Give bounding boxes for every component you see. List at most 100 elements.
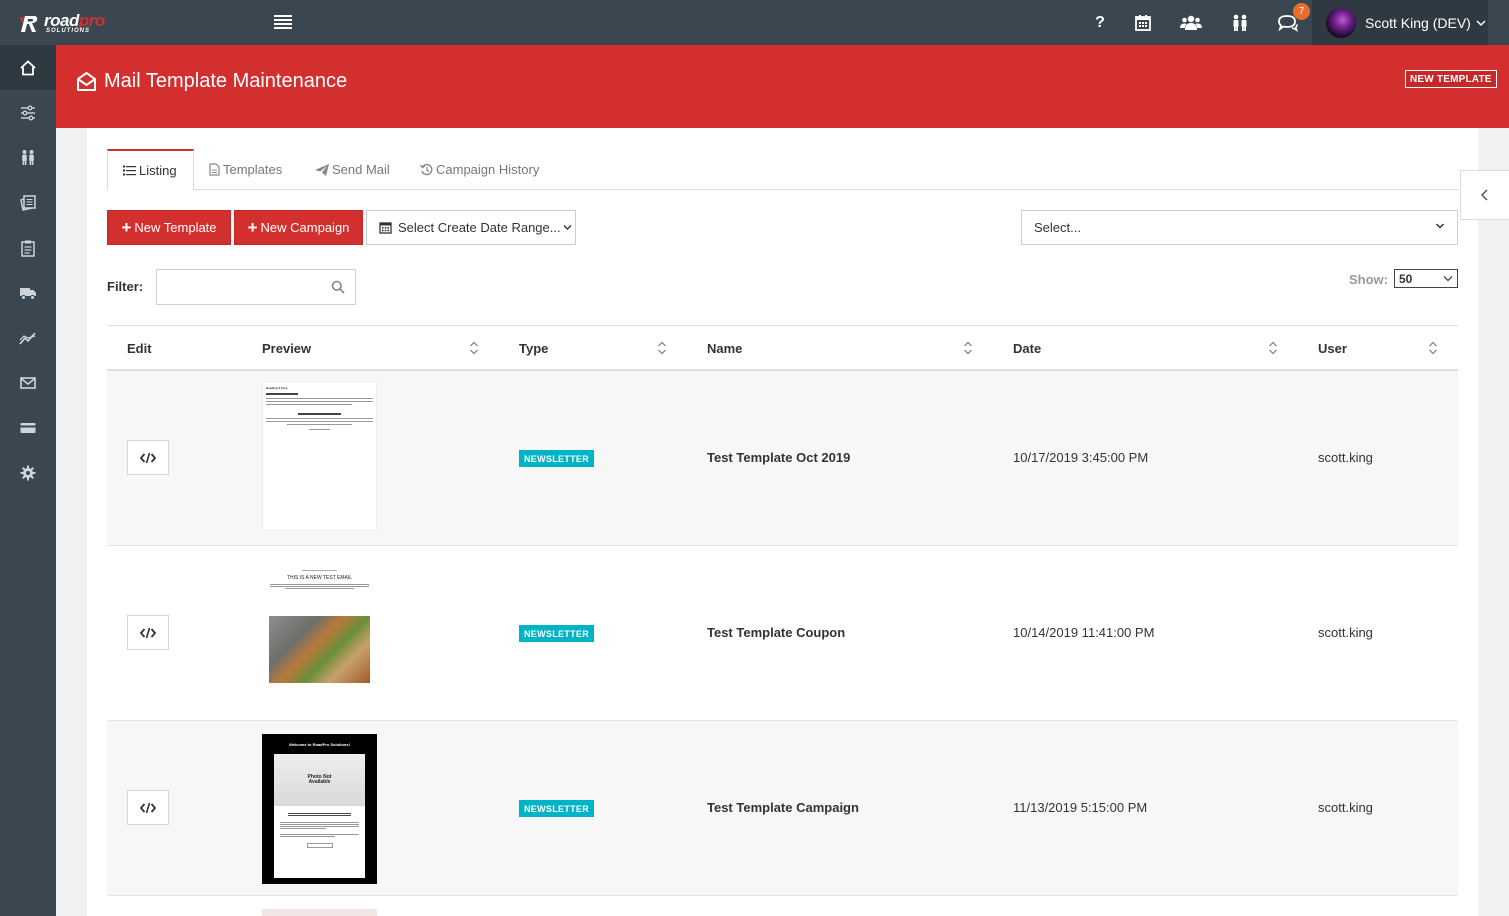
people-icon xyxy=(22,149,34,165)
sliders-icon xyxy=(21,105,35,120)
tab-send-mail[interactable]: Send Mail xyxy=(315,149,390,190)
template-user: scott.king xyxy=(1318,450,1373,465)
column-header-edit: Edit xyxy=(127,340,152,356)
sort-icon[interactable] xyxy=(1268,340,1278,356)
list-icon xyxy=(123,165,136,176)
table-row: THIS IS A NEW TEST EMAIL NEWSLETTER Test… xyxy=(107,546,1458,721)
envelope-icon xyxy=(20,376,36,389)
sort-icon[interactable] xyxy=(469,340,479,356)
tab-label: Campaign History xyxy=(436,162,540,177)
credit-card-icon xyxy=(20,422,36,433)
tab-label: Send Mail xyxy=(332,162,390,177)
help-button[interactable]: ? xyxy=(1089,12,1111,34)
preview-content: Photo Not Available xyxy=(274,754,365,878)
template-user: scott.king xyxy=(1318,625,1373,640)
people-button[interactable] xyxy=(1229,12,1251,34)
select-placeholder: Select... xyxy=(1034,220,1081,235)
template-name: Test Template Oct 2019 xyxy=(707,450,851,465)
button-label: New Template xyxy=(134,220,217,235)
new-campaign-button[interactable]: + New Campaign xyxy=(234,210,363,245)
code-icon xyxy=(140,802,156,813)
show-label: Show: xyxy=(1349,272,1388,287)
template-preview-thumbnail[interactable]: THIS IS A NEW TEST EMAIL xyxy=(262,568,377,718)
logo-word-road: road xyxy=(44,10,79,30)
template-select-dropdown[interactable]: Select... xyxy=(1021,210,1458,245)
sort-icon[interactable] xyxy=(657,340,667,356)
tab-bar: Listing Templates Send Mail Campaign His… xyxy=(107,149,1458,191)
people-icon xyxy=(1233,14,1247,31)
column-header-type[interactable]: Type xyxy=(519,326,548,370)
photo-placeholder-text: Photo Not Available xyxy=(307,773,332,785)
column-header-name[interactable]: Name xyxy=(707,326,742,370)
users-button[interactable] xyxy=(1180,12,1202,34)
column-header-user[interactable]: User xyxy=(1318,326,1347,370)
logo-subtitle: SOLUTIONS xyxy=(46,28,91,34)
column-header-preview[interactable]: Preview xyxy=(262,326,311,370)
template-preview-thumbnail[interactable] xyxy=(262,909,377,916)
template-preview-thumbnail[interactable]: Heading 2 here xyxy=(262,381,377,531)
tab-campaign-history[interactable]: Campaign History xyxy=(420,149,539,190)
help-icon: ? xyxy=(1095,14,1105,31)
tab-listing[interactable]: Listing xyxy=(107,149,194,191)
table-row: Welcome to RoadPro Solutions! Photo Not … xyxy=(107,721,1458,896)
date-range-picker[interactable]: Select Create Date Range... xyxy=(366,210,576,245)
logo-word-pro: pro xyxy=(78,10,105,30)
chevron-down-icon xyxy=(1443,276,1453,282)
sidebar-item-documents[interactable] xyxy=(0,180,56,225)
avatar xyxy=(1326,7,1356,38)
menu-toggle-button[interactable] xyxy=(274,15,292,29)
chevron-left-icon xyxy=(1480,189,1488,201)
chevron-down-icon xyxy=(1476,19,1486,26)
top-bar: roadpro SOLUTIONS ? 7 Scott King (DEV) xyxy=(0,0,1509,45)
truck-icon xyxy=(20,287,36,300)
sort-icon[interactable] xyxy=(963,340,973,356)
user-menu[interactable]: Scott King (DEV) xyxy=(1312,0,1488,45)
edit-code-button[interactable] xyxy=(127,615,169,650)
tab-templates[interactable]: Templates xyxy=(209,149,282,190)
collapse-panel-button[interactable] xyxy=(1460,170,1509,220)
table-row: Heading 2 here NEWSLETTER Test Template … xyxy=(107,371,1458,546)
new-template-header-button[interactable]: NEW TEMPLATE xyxy=(1405,70,1497,88)
column-header-date[interactable]: Date xyxy=(1013,326,1041,370)
template-name: Test Template Campaign xyxy=(707,800,859,815)
sidebar-item-billing[interactable] xyxy=(0,405,56,450)
sidebar-item-mail[interactable] xyxy=(0,360,56,405)
file-icon xyxy=(209,163,220,176)
sidebar-nav xyxy=(0,45,56,916)
calendar-button[interactable] xyxy=(1132,12,1154,34)
button-label: New Campaign xyxy=(260,220,350,235)
sidebar-item-trucks[interactable] xyxy=(0,270,56,315)
sidebar-item-clipboard[interactable] xyxy=(0,225,56,270)
logo-wordmark: roadpro xyxy=(44,12,105,29)
plus-icon: + xyxy=(121,218,132,237)
envelope-open-icon xyxy=(77,71,96,91)
date-range-label: Select Create Date Range... xyxy=(398,220,561,235)
filter-input[interactable] xyxy=(157,270,317,304)
line-chart-icon xyxy=(19,331,36,345)
template-preview-thumbnail[interactable]: Welcome to RoadPro Solutions! Photo Not … xyxy=(262,734,377,884)
sidebar-item-settings-sliders[interactable] xyxy=(0,90,56,135)
roadpro-logo-icon xyxy=(20,16,38,32)
app-logo[interactable]: roadpro SOLUTIONS xyxy=(18,10,128,36)
sidebar-item-analytics[interactable] xyxy=(0,315,56,360)
code-icon xyxy=(140,452,156,463)
template-date: 11/13/2019 5:15:00 PM xyxy=(1013,800,1148,815)
sidebar-item-settings[interactable] xyxy=(0,450,56,495)
preview-heading: Heading 2 here xyxy=(266,386,288,390)
edit-code-button[interactable] xyxy=(127,790,169,825)
documents-icon xyxy=(20,194,36,211)
edit-code-button[interactable] xyxy=(127,440,169,475)
search-icon[interactable] xyxy=(331,280,345,294)
user-name: Scott King (DEV) xyxy=(1365,14,1471,31)
new-template-button[interactable]: + New Template xyxy=(107,210,231,245)
page-size-value: 50 xyxy=(1399,271,1413,286)
filter-label: Filter: xyxy=(107,279,144,294)
hamburger-line xyxy=(274,15,292,17)
table-header: Edit Preview Type Name Date User xyxy=(107,325,1458,371)
template-name: Test Template Coupon xyxy=(707,625,846,640)
page-size-select[interactable]: 50 xyxy=(1394,269,1458,288)
sidebar-item-people[interactable] xyxy=(0,135,56,180)
sidebar-item-home[interactable] xyxy=(0,45,56,90)
calendar-icon xyxy=(379,222,392,234)
sort-icon[interactable] xyxy=(1428,340,1438,356)
